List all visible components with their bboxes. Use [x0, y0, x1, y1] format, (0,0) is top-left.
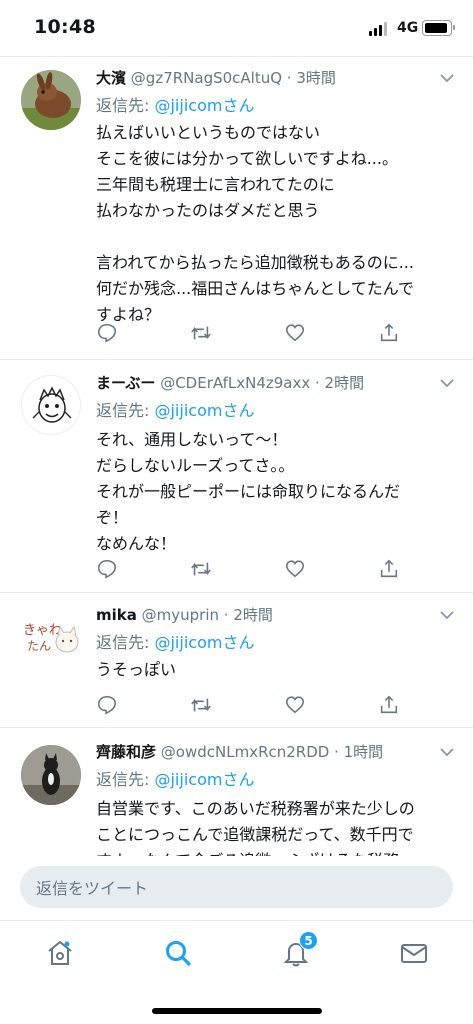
mention-link[interactable]: @jijicomさん — [154, 96, 254, 115]
network-label: 4G — [397, 20, 419, 36]
reply-context: 返信先: @jijicomさん — [96, 770, 255, 789]
retweet-button[interactable] — [190, 558, 214, 582]
share-icon — [380, 695, 398, 714]
author-name[interactable]: 大濱 — [96, 69, 126, 87]
status-bar: 10:48 4G — [0, 0, 473, 56]
tweet-text: 自営業です、このあいだ税務署が来た少しの ことにつっこんで追徴課税だって、数千円… — [96, 799, 415, 856]
share-button[interactable] — [378, 694, 402, 718]
tab-home[interactable] — [42, 935, 78, 971]
status-time: 10:48 — [34, 16, 96, 38]
author-handle[interactable]: @owdcNLmxRcn2RDD — [161, 743, 330, 761]
tweet[interactable]: きゃわ たん mika @myuprin · 2時間 返信先: @jijicom… — [0, 593, 473, 728]
chevron-down-icon[interactable] — [440, 610, 454, 620]
tweet-text: うそっぽい — [96, 660, 177, 679]
tweet-actions — [96, 694, 416, 718]
reply-context: 返信先: @jijicomさん — [96, 633, 255, 652]
reply-icon — [97, 559, 117, 579]
battery-icon — [422, 20, 455, 36]
mention-link[interactable]: @jijicomさん — [154, 633, 254, 652]
dog-photo-icon — [21, 745, 81, 805]
author-name[interactable]: 齊藤和彦 — [96, 743, 156, 761]
tweet[interactable]: まーぶー @CDErAfLxN4z9axx · 2時間 返信先: @jijico… — [0, 360, 473, 593]
share-button[interactable] — [378, 322, 402, 346]
avatar[interactable] — [21, 70, 81, 130]
mention-link[interactable]: @jijicomさん — [154, 770, 254, 789]
reply-icon — [97, 695, 117, 715]
reply-context: 返信先: @jijicomさん — [96, 96, 255, 115]
retweet-button[interactable] — [190, 322, 214, 346]
mail-icon — [401, 944, 427, 963]
tweet-time: 1時間 — [343, 743, 384, 761]
like-button[interactable] — [284, 694, 308, 718]
reply-button[interactable] — [96, 558, 120, 582]
signal-icon — [369, 22, 387, 36]
reply-feed[interactable]: 大濱 @gz7RNagS0cAltuQ · 3時間 返信先: @jijicomさ… — [0, 56, 473, 856]
tweet-actions — [96, 558, 416, 582]
retweet-icon — [191, 326, 211, 340]
reply-tweet-input[interactable]: 返信をツイート — [20, 866, 453, 908]
tweet[interactable]: 大濱 @gz7RNagS0cAltuQ · 3時間 返信先: @jijicomさ… — [0, 57, 473, 360]
retweet-button[interactable] — [190, 694, 214, 718]
reply-button[interactable] — [96, 322, 120, 346]
reply-icon — [97, 323, 117, 343]
search-icon — [166, 941, 191, 966]
avatar[interactable] — [21, 375, 81, 435]
home-icon — [48, 940, 72, 965]
share-icon — [380, 559, 398, 578]
chevron-down-icon[interactable] — [440, 73, 454, 83]
tweet-actions — [96, 322, 416, 346]
reply-bar: 返信をツイート — [0, 856, 473, 920]
reply-context: 返信先: @jijicomさん — [96, 401, 255, 420]
like-button[interactable] — [284, 322, 308, 346]
notification-badge: 5 — [299, 931, 318, 950]
tweet-time: 2時間 — [324, 374, 365, 392]
heart-icon — [285, 696, 305, 714]
sketch-character-icon — [22, 376, 80, 434]
chevron-down-icon[interactable] — [440, 747, 454, 757]
reply-button[interactable] — [96, 694, 120, 718]
heart-icon — [285, 324, 305, 342]
home-indicator[interactable] — [152, 1008, 322, 1014]
svg-text:たん: たん — [27, 639, 51, 653]
tweet-text: 払えばいいというものではない そこを彼には分かって欲しいですよね...。 三年間… — [96, 123, 414, 324]
author-handle[interactable]: @CDErAfLxN4z9axx — [160, 374, 310, 392]
author-handle[interactable]: @myuprin — [142, 606, 219, 624]
mention-link[interactable]: @jijicomさん — [154, 401, 254, 420]
tweet-time: 3時間 — [296, 69, 336, 87]
tweet[interactable]: 齊藤和彦 @owdcNLmxRcn2RDD · 1時間 返信先: @jijico… — [0, 728, 473, 856]
chevron-down-icon[interactable] — [440, 378, 454, 388]
cat-illustration-icon: きゃわ たん — [21, 608, 81, 668]
avatar[interactable] — [21, 745, 81, 805]
author-name[interactable]: mika — [96, 606, 137, 624]
tweet-time: 2時間 — [233, 606, 273, 624]
avatar[interactable]: きゃわ たん — [21, 608, 81, 668]
tweet-text: それ、通用しないって〜！ だらしないルーズってさ。。 それが一般ピーポーには命取… — [96, 430, 401, 553]
svg-text:きゃわ: きゃわ — [23, 623, 62, 638]
tab-notifications[interactable]: 5 — [278, 931, 318, 971]
retweet-icon — [191, 562, 211, 576]
retweet-icon — [191, 698, 211, 712]
author-name[interactable]: まーぶー — [96, 374, 155, 392]
like-button[interactable] — [284, 558, 308, 582]
rabbit-photo-icon — [21, 70, 81, 130]
author-handle[interactable]: @gz7RNagS0cAltuQ — [131, 69, 282, 87]
tab-bar: 5 — [0, 920, 473, 1024]
share-icon — [380, 323, 398, 342]
share-button[interactable] — [378, 558, 402, 582]
tab-messages[interactable] — [396, 935, 432, 971]
tab-search[interactable] — [160, 935, 196, 971]
heart-icon — [285, 560, 305, 578]
